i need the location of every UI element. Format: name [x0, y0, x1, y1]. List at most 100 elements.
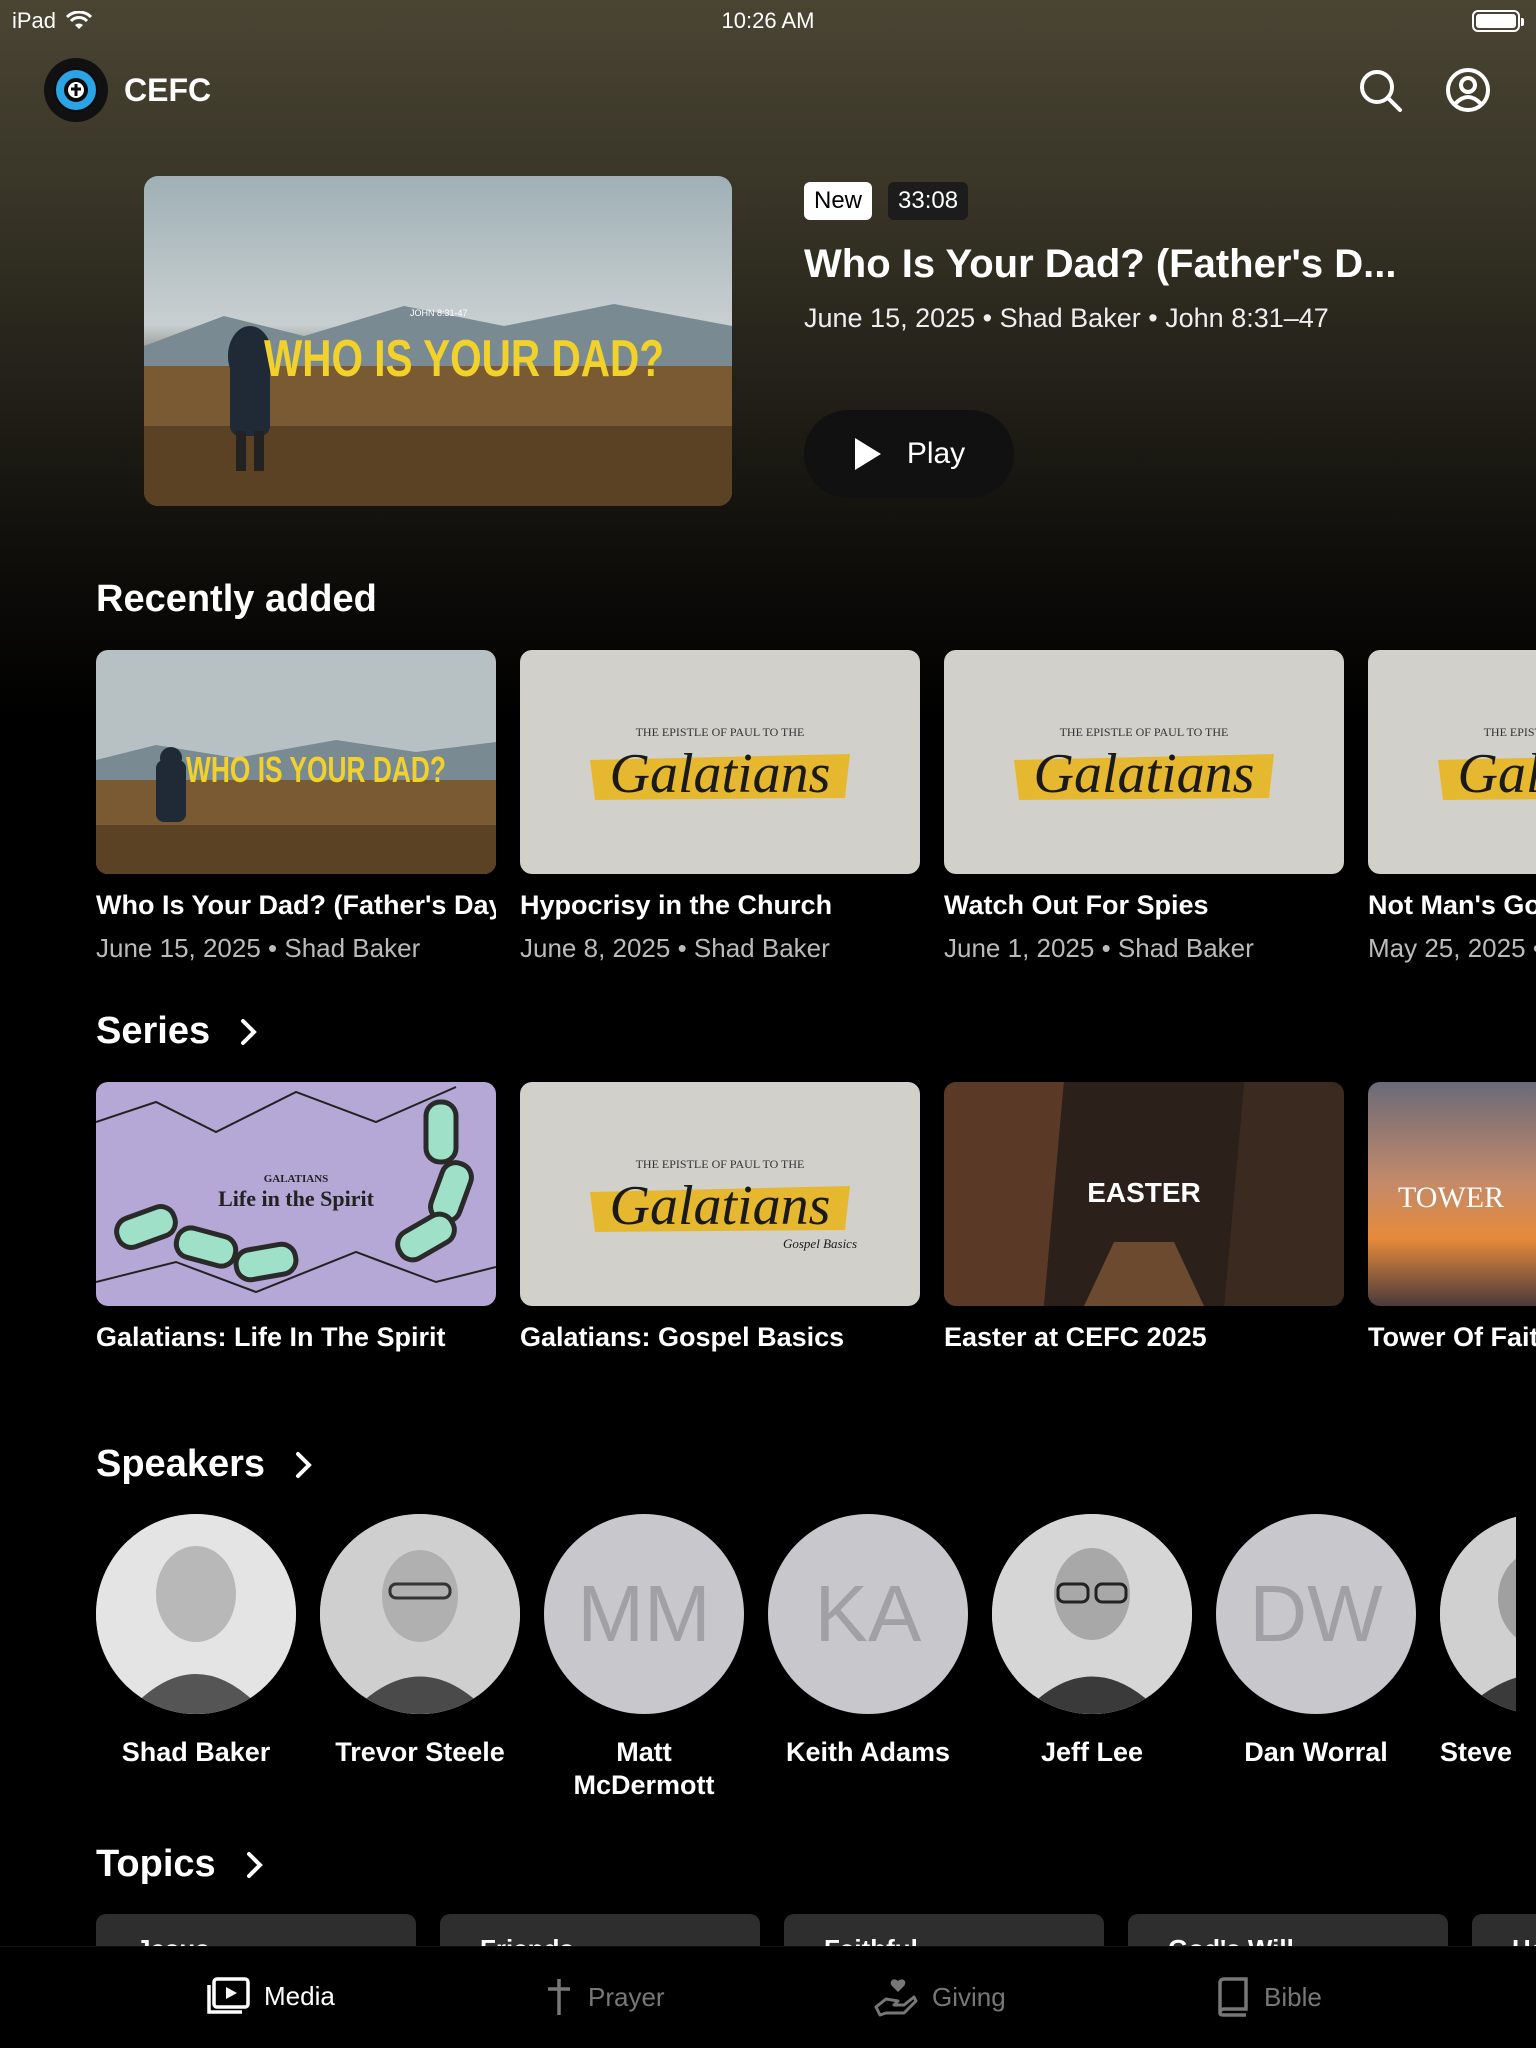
series-card[interactable]: THE EPISTLE OF PAUL TO THE Galatians Gos… [520, 1082, 920, 1353]
series-thumb-top: GALATIANS [264, 1173, 329, 1185]
duration-badge: 33:08 [888, 182, 969, 220]
speaker-item[interactable]: Steve W [1440, 1514, 1516, 1802]
speaker-name: Keith Adams [785, 1737, 951, 1767]
series-header[interactable]: Series [96, 1010, 258, 1053]
chevron-right-icon [296, 1451, 312, 1478]
recently-added-carousel[interactable]: WHO IS YOUR DAD? Who Is Your Dad? (Fathe… [96, 650, 1536, 964]
recent-meta: June 1, 2025 • Shad Baker [944, 933, 1254, 963]
hero-thumbnail[interactable]: JOHN 8:31-47 WHO IS YOUR DAD? [144, 176, 732, 506]
speaker-item[interactable]: KA Keith Adams [768, 1514, 968, 1802]
series-carousel[interactable]: GALATIANS Life in the Spirit Galatians: … [96, 1082, 1536, 1353]
speakers-carousel[interactable]: Shad Baker Trevor Steele MM Matt McDermo… [96, 1514, 1516, 1802]
svg-text:THE EPISTLE OF PAUL TO THE: THE EPISTLE OF PAUL TO THE [1060, 725, 1229, 739]
profile-icon [1446, 68, 1490, 112]
recent-thumb: THE EPISTLE OF PAUL TO THE Galatians [520, 650, 920, 874]
recent-card[interactable]: THE EPISTLE OF PAUL TO THE Galatians Not… [1368, 650, 1536, 964]
series-thumb-top: THE EPISTLE OF PAUL TO THE [636, 1157, 805, 1171]
cross-icon [548, 1979, 570, 2015]
galatians-text: Galatians [610, 743, 831, 805]
tab-bar: Media Prayer Giving Bible [0, 1946, 1536, 2048]
series-title-text: Tower Of Faith [1368, 1322, 1536, 1352]
speaker-item[interactable]: MM Matt McDermott [544, 1514, 744, 1802]
giving-icon [874, 1979, 918, 2017]
speaker-item[interactable]: Shad Baker [96, 1514, 296, 1802]
series-title-text: Galatians: Gospel Basics [520, 1322, 845, 1352]
hero-title[interactable]: Who Is Your Dad? (Father's D... [804, 242, 1504, 287]
new-badge: New [804, 182, 873, 220]
recent-title: Hypocrisy in the Church [520, 890, 833, 920]
person-photo-icon [96, 1514, 296, 1714]
cefc-logo[interactable] [44, 58, 108, 122]
series-thumb: THE EPISTLE OF PAUL TO THE Galatians Gos… [520, 1082, 920, 1306]
svg-text:THE EPISTLE OF PAUL TO THE: THE EPISTLE OF PAUL TO THE [636, 725, 805, 739]
recently-added-title: Recently added [96, 578, 377, 621]
recent-title: Who Is Your Dad? (Father's Day) [96, 890, 496, 920]
brand-name: CEFC [124, 72, 212, 108]
series-thumb-main: EASTER [1087, 1177, 1201, 1208]
svg-text:THE EPISTLE OF PAUL TO THE: THE EPISTLE OF PAUL TO THE [1484, 725, 1536, 739]
topics-header[interactable]: Topics [96, 1843, 264, 1886]
chevron-right-icon [241, 1018, 257, 1045]
series-card[interactable]: GALATIANS Life in the Spirit Galatians: … [96, 1082, 496, 1353]
profile-button[interactable] [1444, 66, 1492, 114]
topics-title: Topics [96, 1843, 216, 1885]
speaker-avatar [1440, 1514, 1516, 1714]
speaker-name: Trevor Steele [335, 1737, 505, 1767]
recent-meta: May 25, 2025 • Shad Baker [1368, 933, 1536, 963]
tab-media[interactable]: Media [206, 1977, 335, 2015]
chevron-right-icon [246, 1851, 263, 1878]
speaker-avatar [96, 1514, 296, 1714]
speaker-avatar: DW [1216, 1514, 1416, 1714]
tab-media-label: Media [264, 1980, 335, 2011]
hero-thumb-title: WHO IS YOUR DAD? [264, 330, 664, 388]
recent-meta: June 8, 2025 • Shad Baker [520, 933, 830, 963]
recent-meta: June 15, 2025 • Shad Baker [96, 933, 421, 963]
series-card[interactable]: TOWER Tower Of Faith [1368, 1082, 1536, 1353]
hero-info: New 33:08 Who Is Your Dad? (Father's D..… [804, 182, 1504, 334]
tab-prayer[interactable]: Prayer [544, 1977, 665, 2017]
person-photo-icon [1440, 1514, 1516, 1714]
series-thumb: TOWER [1368, 1082, 1536, 1306]
search-icon [1360, 70, 1402, 112]
person-photo-icon [320, 1514, 520, 1714]
series-thumb-main: Galatians [610, 1175, 831, 1237]
hero-thumb-ref: JOHN 8:31-47 [410, 308, 468, 318]
series-thumb: GALATIANS Life in the Spirit [96, 1082, 496, 1306]
book-icon [1218, 1977, 1248, 2017]
recent-title: Not Man's Gospel [1368, 890, 1536, 920]
recent-card[interactable]: WHO IS YOUR DAD? Who Is Your Dad? (Fathe… [96, 650, 496, 964]
tab-bible[interactable]: Bible [1216, 1977, 1322, 2017]
series-thumb-sub: Gospel Basics [783, 1236, 857, 1251]
media-icon [207, 1977, 250, 2014]
speaker-item[interactable]: Jeff Lee [992, 1514, 1192, 1802]
series-thumb-main: TOWER [1398, 1181, 1504, 1214]
tab-bible-label: Bible [1264, 1981, 1322, 2012]
speaker-name: Matt McDermott [573, 1737, 715, 1800]
speaker-avatar [992, 1514, 1192, 1714]
galatians-text: Galatians [1034, 743, 1255, 805]
search-button[interactable] [1356, 66, 1404, 114]
recent-card[interactable]: THE EPISTLE OF PAUL TO THE Galatians Hyp… [520, 650, 920, 964]
recent-thumb: THE EPISTLE OF PAUL TO THE Galatians [944, 650, 1344, 874]
app-header: CEFC [44, 56, 1492, 124]
recent-card[interactable]: THE EPISTLE OF PAUL TO THE Galatians Wat… [944, 650, 1344, 964]
play-button[interactable]: Play [804, 410, 1014, 498]
series-title: Series [96, 1010, 211, 1052]
tab-giving-label: Giving [932, 1981, 1006, 2012]
speaker-item[interactable]: Trevor Steele [320, 1514, 520, 1802]
recent-thumb: WHO IS YOUR DAD? [96, 650, 496, 874]
play-icon [854, 438, 881, 470]
series-card[interactable]: EASTER Easter at CEFC 2025 [944, 1082, 1344, 1353]
speakers-header[interactable]: Speakers [96, 1443, 313, 1486]
tab-giving[interactable]: Giving [874, 1977, 1006, 2017]
series-title-text: Easter at CEFC 2025 [944, 1322, 1207, 1352]
hero-artwork: JOHN 8:31-47 WHO IS YOUR DAD? [144, 176, 732, 506]
tab-prayer-label: Prayer [588, 1981, 665, 2012]
logo-icon [54, 68, 98, 112]
play-label: Play [906, 437, 966, 470]
series-thumb-main: Life in the Spirit [218, 1186, 375, 1211]
speaker-item[interactable]: DW Dan Worral [1216, 1514, 1416, 1802]
person-photo-icon [992, 1514, 1192, 1714]
recent-thumb: THE EPISTLE OF PAUL TO THE Galatians [1368, 650, 1536, 874]
series-thumb: EASTER [944, 1082, 1344, 1306]
